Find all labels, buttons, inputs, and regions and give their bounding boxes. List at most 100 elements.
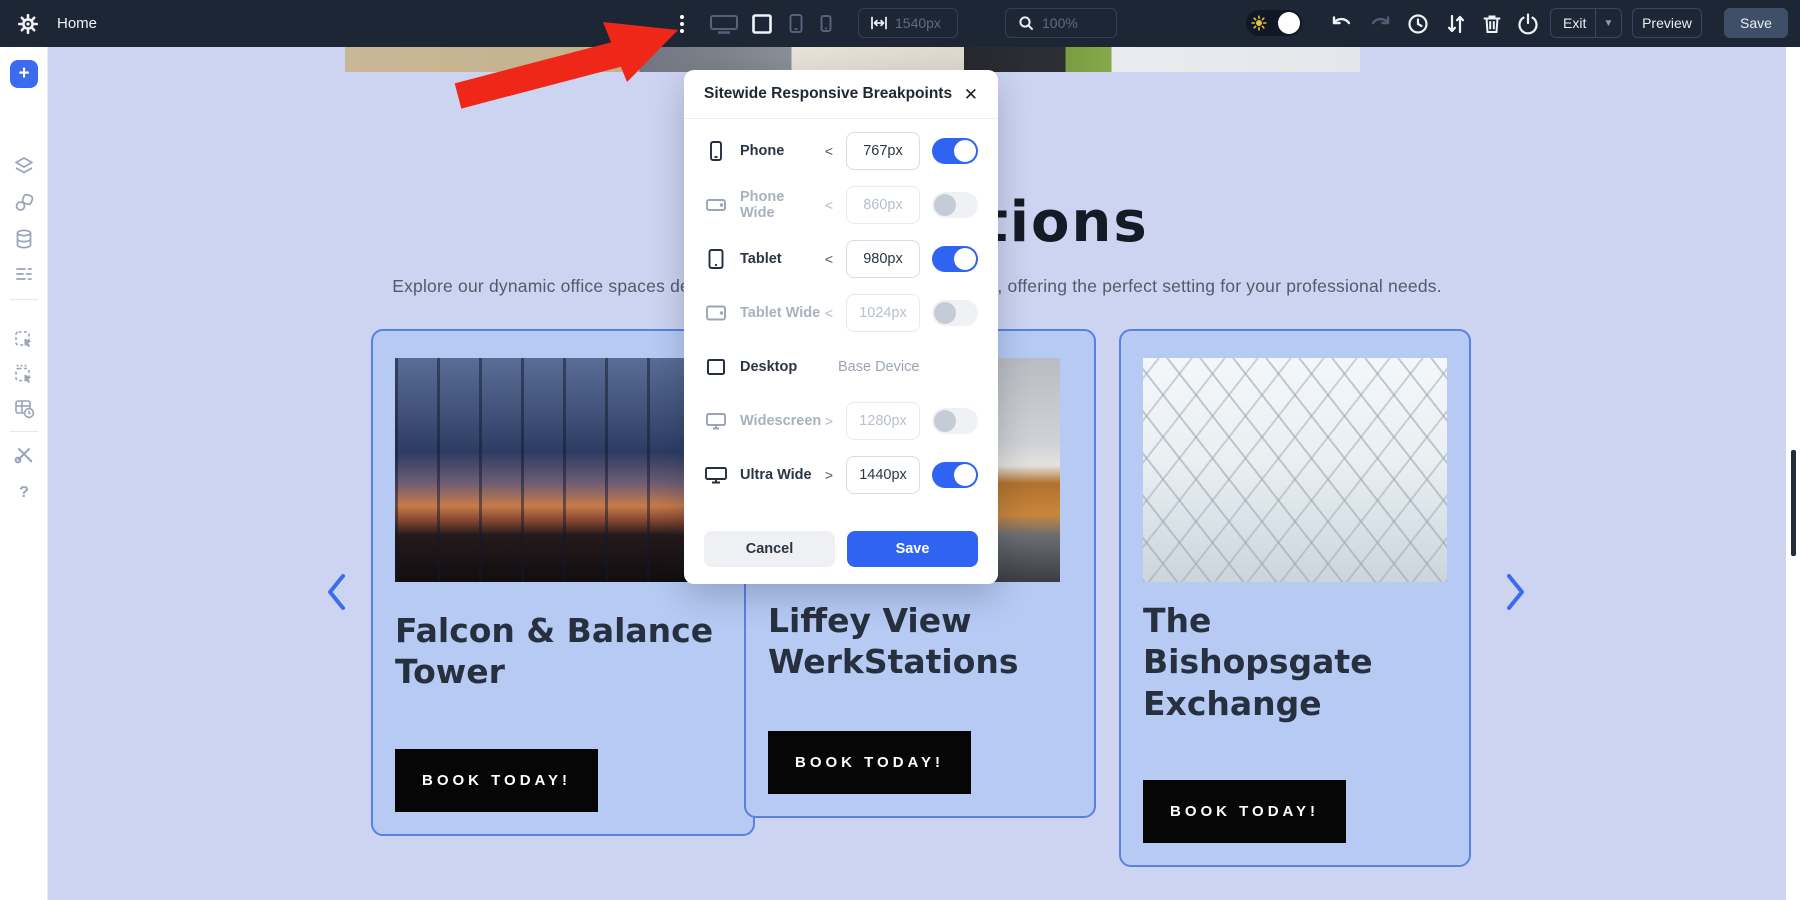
close-icon[interactable]: ✕ (964, 86, 978, 103)
add-icon[interactable]: + (10, 60, 38, 88)
desktop-device-icon[interactable] (750, 12, 774, 36)
tools-icon[interactable] (13, 443, 35, 465)
card-title[interactable]: The Bishopsgate Exchange (1143, 600, 1447, 724)
comparator: < (822, 251, 836, 267)
modal-save-button[interactable]: Save (847, 531, 978, 567)
scrollbar-thumb[interactable] (1791, 450, 1796, 556)
phone-device-icon[interactable] (814, 12, 838, 36)
modal-title: Sitewide Responsive Breakpoints (704, 85, 952, 103)
modal-header: Sitewide Responsive Breakpoints ✕ (684, 70, 998, 119)
toggle-knob (934, 194, 956, 216)
book-today-button[interactable]: BOOK TODAY! (395, 749, 598, 812)
office-photo-falcon[interactable] (395, 358, 688, 582)
breakpoint-row-tablet: Tablet < (704, 232, 978, 286)
comparator: > (822, 413, 836, 429)
book-today-button[interactable]: BOOK TODAY! (1143, 780, 1346, 843)
breakpoint-row-ultra-wide: Ultra Wide > (704, 448, 978, 502)
select-element-icon[interactable] (13, 328, 35, 350)
redo-icon[interactable] (1368, 12, 1392, 36)
zoom-value: 100% (1042, 15, 1078, 31)
breakpoint-row-phone-wide: Phone Wide < (704, 178, 978, 232)
tablet-wide-toggle[interactable] (932, 300, 978, 326)
svg-text:?: ? (19, 484, 29, 501)
widescreen-device-icon[interactable] (708, 12, 740, 36)
carousel-next-icon[interactable] (1500, 570, 1530, 614)
office-photo-bishopsgate[interactable] (1143, 358, 1447, 582)
breakpoint-row-widescreen: Widescreen > (704, 394, 978, 448)
responsive-breakpoints-modal: Sitewide Responsive Breakpoints ✕ Phone … (684, 70, 998, 584)
gear-icon[interactable] (16, 12, 40, 36)
form-history-icon[interactable] (13, 397, 35, 419)
phone-wide-toggle[interactable] (932, 192, 978, 218)
comparator: < (822, 197, 836, 213)
comparator: < (822, 143, 836, 159)
sidebar-divider (10, 431, 38, 432)
database-icon[interactable] (13, 228, 35, 250)
desktop-icon (704, 355, 728, 379)
breakpoint-label: Tablet (740, 251, 822, 267)
chevron-down-icon[interactable]: ▼ (1595, 9, 1621, 37)
trash-icon[interactable] (1480, 12, 1504, 36)
preview-label: Preview (1642, 15, 1692, 31)
exit-label: Exit (1563, 15, 1586, 31)
builder-sidebar: + ? (0, 47, 48, 900)
toggle-knob (954, 140, 976, 162)
top-toolbar: Home 1540px 100% (0, 0, 1800, 47)
undo-icon[interactable] (1330, 12, 1354, 36)
breakpoint-label: Desktop (740, 359, 838, 375)
breakpoint-row-phone: Phone < (704, 124, 978, 178)
history-icon[interactable] (1406, 12, 1430, 36)
toggle-knob (954, 464, 976, 486)
design-shapes-icon[interactable] (13, 192, 35, 214)
tablet-toggle[interactable] (932, 246, 978, 272)
cancel-button[interactable]: Cancel (704, 531, 835, 567)
card-title[interactable]: Liffey View WerkStations (768, 600, 1072, 683)
carousel-prev-icon[interactable] (322, 570, 352, 614)
breakpoint-rows: Phone < Phone Wide < Tablet < (684, 119, 998, 502)
tablet-icon (704, 247, 728, 271)
power-icon[interactable] (1516, 12, 1540, 36)
exit-button[interactable]: Exit ▼ (1550, 8, 1622, 38)
sort-arrows-icon[interactable] (1444, 12, 1468, 36)
modal-footer: Cancel Save (684, 531, 998, 567)
list-options-icon[interactable] (13, 263, 35, 285)
canvas-width-control[interactable]: 1540px (858, 8, 958, 38)
breakpoint-value-input[interactable] (846, 240, 920, 278)
breakpoint-value-input[interactable] (846, 132, 920, 170)
toggle-knob (1278, 12, 1300, 34)
layers-icon[interactable] (13, 155, 35, 177)
breakpoint-value-input[interactable] (846, 186, 920, 224)
breakpoint-label: Ultra Wide (740, 467, 822, 483)
breakpoint-value-input[interactable] (846, 456, 920, 494)
phone-toggle[interactable] (932, 138, 978, 164)
zoom-control[interactable]: 100% (1005, 8, 1117, 38)
breakpoint-value-input[interactable] (846, 402, 920, 440)
sun-icon (1251, 15, 1267, 31)
location-card[interactable]: The Bishopsgate Exchange BOOK TODAY! (1119, 329, 1471, 867)
comparator: > (822, 467, 836, 483)
toggle-knob (934, 302, 956, 324)
book-today-button[interactable]: BOOK TODAY! (768, 731, 971, 794)
breakpoint-row-desktop: Desktop Base Device (704, 340, 978, 394)
width-icon (871, 16, 887, 30)
save-label: Save (1740, 15, 1772, 31)
breadcrumb-home[interactable]: Home (57, 0, 97, 47)
canvas-width-value: 1540px (895, 15, 941, 31)
comparator: < (822, 305, 836, 321)
preview-button[interactable]: Preview (1632, 8, 1702, 38)
card-title[interactable]: Falcon & Balance Tower (395, 610, 725, 693)
kebab-menu-icon[interactable] (672, 12, 692, 36)
breakpoint-label: Phone Wide (740, 189, 822, 221)
ultra-wide-toggle[interactable] (932, 462, 978, 488)
breakpoint-label: Tablet Wide (740, 305, 822, 321)
theme-sun-toggle[interactable] (1246, 10, 1302, 36)
tablet-device-icon[interactable] (784, 12, 808, 36)
breakpoint-row-tablet-wide: Tablet Wide < (704, 286, 978, 340)
breakpoint-value-input[interactable] (846, 294, 920, 332)
phone-icon (704, 139, 728, 163)
help-icon[interactable]: ? (13, 481, 35, 503)
hero-image-strip[interactable] (345, 47, 1360, 72)
widescreen-toggle[interactable] (932, 408, 978, 434)
select-container-icon[interactable] (13, 363, 35, 385)
save-button[interactable]: Save (1724, 8, 1788, 38)
